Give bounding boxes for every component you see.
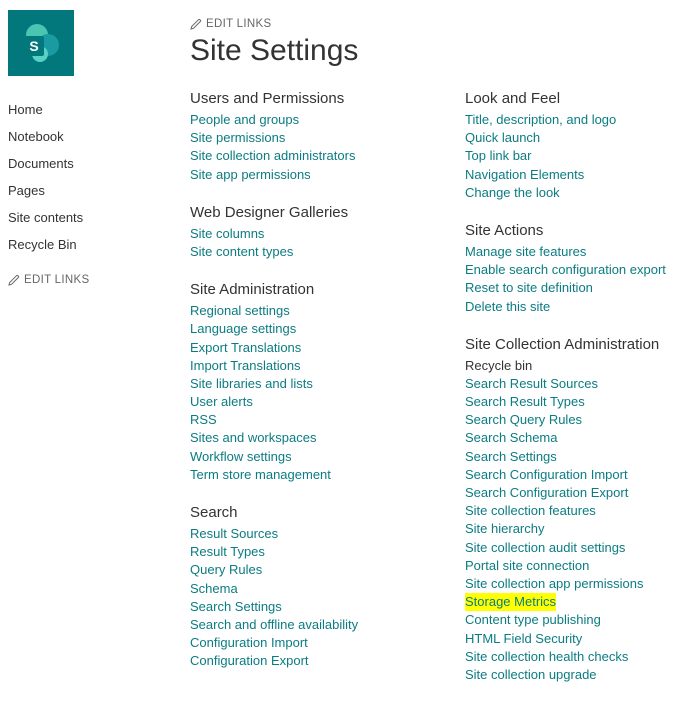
settings-section: Site Administration Regional settingsLang… bbox=[190, 281, 425, 484]
quick-launch: HomeNotebookDocumentsPagesSite contentsR… bbox=[8, 96, 182, 258]
settings-link[interactable]: Storage Metrics bbox=[465, 593, 556, 611]
settings-link[interactable]: Export Translations bbox=[190, 339, 425, 357]
settings-link[interactable]: Language settings bbox=[190, 320, 425, 338]
settings-link[interactable]: User alerts bbox=[190, 393, 425, 411]
settings-link[interactable]: Delete this site bbox=[465, 298, 700, 316]
pencil-icon bbox=[190, 18, 202, 30]
settings-link[interactable]: Navigation Elements bbox=[465, 166, 700, 184]
section-heading: Site Actions bbox=[465, 222, 700, 239]
settings-link[interactable]: Configuration Import bbox=[190, 634, 425, 652]
settings-link[interactable]: Search Settings bbox=[465, 448, 700, 466]
nav-item[interactable]: Documents bbox=[8, 150, 182, 177]
settings-link[interactable]: People and groups bbox=[190, 111, 425, 129]
section-heading: Site Collection Administration bbox=[465, 336, 700, 353]
settings-link[interactable]: Enable search configuration export bbox=[465, 261, 700, 279]
settings-column: Look and Feel Title, description, and log… bbox=[465, 90, 700, 704]
settings-link[interactable]: Quick launch bbox=[465, 129, 700, 147]
settings-link[interactable]: Schema bbox=[190, 580, 425, 598]
settings-link[interactable]: Workflow settings bbox=[190, 448, 425, 466]
settings-section: Users and PermissionsPeople and groupsSi… bbox=[190, 90, 425, 184]
settings-link[interactable]: Search Result Types bbox=[465, 393, 700, 411]
nav-item[interactable]: Pages bbox=[8, 177, 182, 204]
settings-link[interactable]: Site collection audit settings bbox=[465, 539, 700, 557]
edit-links-label: EDIT LINKS bbox=[206, 18, 271, 30]
settings-link[interactable]: Site libraries and lists bbox=[190, 375, 425, 393]
pencil-icon bbox=[8, 274, 20, 286]
settings-section: Site Collection Administration Recycle bi… bbox=[465, 336, 700, 684]
settings-link[interactable]: RSS bbox=[190, 411, 425, 429]
settings-link[interactable]: Search Schema bbox=[465, 429, 700, 447]
settings-section: Look and Feel Title, description, and log… bbox=[465, 90, 700, 202]
settings-link[interactable]: Import Translations bbox=[190, 357, 425, 375]
settings-section: Search Result SourcesResult TypesQuery Ru… bbox=[190, 504, 425, 671]
settings-link[interactable]: Search Settings bbox=[190, 598, 425, 616]
settings-column: Users and PermissionsPeople and groupsSi… bbox=[190, 90, 425, 691]
link-list: People and groupsSite permissionsSite co… bbox=[190, 111, 425, 184]
svg-text:S: S bbox=[29, 38, 38, 54]
settings-link[interactable]: Site collection administrators bbox=[190, 147, 425, 165]
settings-link[interactable]: Regional settings bbox=[190, 302, 425, 320]
nav-item[interactable]: Site contents bbox=[8, 204, 182, 231]
settings-link[interactable]: Reset to site definition bbox=[465, 279, 700, 297]
settings-section: Site Actions Manage site featuresEnable s… bbox=[465, 222, 700, 316]
settings-link[interactable]: Title, description, and logo bbox=[465, 111, 700, 129]
nav-item[interactable]: Home bbox=[8, 96, 182, 123]
settings-link[interactable]: Search Configuration Export bbox=[465, 484, 700, 502]
settings-link[interactable]: Term store management bbox=[190, 466, 425, 484]
link-list: Regional settingsLanguage settingsExport… bbox=[190, 302, 425, 484]
nav-item[interactable]: Recycle Bin bbox=[8, 231, 182, 258]
edit-links-sidebar[interactable]: EDIT LINKS bbox=[8, 266, 89, 290]
link-list: Result SourcesResult TypesQuery RulesSch… bbox=[190, 525, 425, 671]
settings-link[interactable]: Query Rules bbox=[190, 561, 425, 579]
settings-link[interactable]: Result Sources bbox=[190, 525, 425, 543]
settings-link[interactable]: Search and offline availability bbox=[190, 616, 425, 634]
settings-link[interactable]: Search Query Rules bbox=[465, 411, 700, 429]
settings-link[interactable]: Site content types bbox=[190, 243, 425, 261]
settings-link[interactable]: Site columns bbox=[190, 225, 425, 243]
settings-link[interactable]: Site permissions bbox=[190, 129, 425, 147]
link-list: Manage site featuresEnable search config… bbox=[465, 243, 700, 316]
main-content: EDIT LINKS Site Settings Users and Permi… bbox=[190, 0, 700, 724]
section-heading: Search bbox=[190, 504, 425, 521]
settings-link[interactable]: Configuration Export bbox=[190, 652, 425, 670]
settings-link[interactable]: Site collection health checks bbox=[465, 648, 700, 666]
settings-link[interactable]: Site hierarchy bbox=[465, 520, 700, 538]
settings-link[interactable]: Site collection app permissions bbox=[465, 575, 700, 593]
settings-columns: Users and PermissionsPeople and groupsSi… bbox=[190, 90, 700, 704]
section-heading: Web Designer Galleries bbox=[190, 204, 425, 221]
link-list: Site columnsSite content types bbox=[190, 225, 425, 261]
settings-link[interactable]: Change the look bbox=[465, 184, 700, 202]
settings-link[interactable]: Site collection upgrade bbox=[465, 666, 700, 684]
settings-link[interactable]: Manage site features bbox=[465, 243, 700, 261]
settings-link[interactable]: Top link bar bbox=[465, 147, 700, 165]
section-heading: Site Administration bbox=[190, 281, 425, 298]
link-list: Title, description, and logoQuick launch… bbox=[465, 111, 700, 202]
section-heading: Look and Feel bbox=[465, 90, 700, 107]
page-title: Site Settings bbox=[190, 34, 700, 68]
settings-link: Recycle bin bbox=[465, 357, 700, 375]
settings-link[interactable]: Search Result Sources bbox=[465, 375, 700, 393]
settings-link[interactable]: Search Configuration Import bbox=[465, 466, 700, 484]
settings-section: Web Designer Galleries Site columnsSite c… bbox=[190, 204, 425, 261]
sidebar: S HomeNotebookDocumentsPagesSite content… bbox=[0, 0, 190, 290]
settings-link[interactable]: Site app permissions bbox=[190, 166, 425, 184]
sharepoint-logo-icon: S bbox=[18, 20, 64, 66]
settings-link[interactable]: Sites and workspaces bbox=[190, 429, 425, 447]
settings-link[interactable]: Content type publishing bbox=[465, 611, 700, 629]
edit-links-label: EDIT LINKS bbox=[24, 274, 89, 286]
settings-link[interactable]: Site collection features bbox=[465, 502, 700, 520]
settings-link[interactable]: HTML Field Security bbox=[465, 630, 700, 648]
settings-link[interactable]: Result Types bbox=[190, 543, 425, 561]
link-list: Recycle binSearch Result SourcesSearch R… bbox=[465, 357, 700, 684]
edit-links-header[interactable]: EDIT LINKS bbox=[190, 10, 271, 34]
site-logo[interactable]: S bbox=[8, 10, 74, 76]
nav-item[interactable]: Notebook bbox=[8, 123, 182, 150]
settings-link[interactable]: Portal site connection bbox=[465, 557, 700, 575]
section-heading: Users and Permissions bbox=[190, 90, 425, 107]
